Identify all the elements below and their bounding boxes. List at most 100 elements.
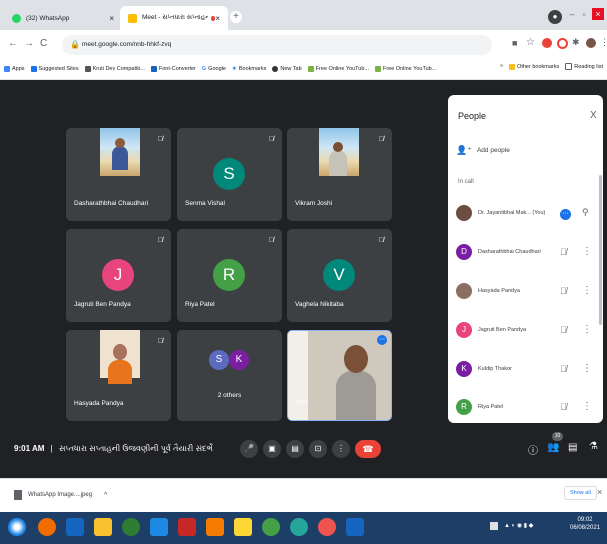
more-options-button[interactable]: ⋮	[332, 440, 350, 458]
close-tab-icon[interactable]: ×	[215, 14, 220, 23]
people-row[interactable]: K Kuldip Thakor 🎙̸ ⋮	[448, 355, 603, 385]
download-options-chevron[interactable]: ^	[104, 492, 107, 499]
panel-scrollbar[interactable]	[599, 175, 602, 325]
close-tab-icon[interactable]: ×	[109, 14, 114, 23]
more-options-icon[interactable]: ⋮	[582, 246, 592, 257]
captions-icon: ▤	[291, 444, 299, 453]
app-icon[interactable]	[66, 518, 84, 536]
chat-icon[interactable]: ▤	[568, 442, 577, 453]
self-video	[336, 371, 376, 420]
start-icon[interactable]	[8, 518, 26, 536]
participant-tile[interactable]: R 🎙̸ Riya Patel	[177, 229, 282, 322]
section-label: In call	[458, 179, 474, 185]
mic-icon: 🎤	[244, 444, 254, 453]
participant-tile[interactable]: 🎙̸ Hasyada Pandya	[66, 330, 171, 421]
profile-icon[interactable]	[586, 38, 596, 48]
pin-icon[interactable]: ⚲	[582, 207, 589, 218]
bookmark-font-converter[interactable]: Font-Converter	[150, 65, 196, 72]
more-options-icon[interactable]: ⋮	[582, 401, 592, 412]
participant-tile[interactable]: S 🎙̸ Senma Vishal	[177, 128, 282, 221]
bookmark-apps[interactable]: Apps	[4, 65, 25, 72]
reload-icon[interactable]: C	[40, 38, 47, 49]
people-row[interactable]: J Jagruti Ben Pandya 🎙̸ ⋮	[448, 316, 603, 346]
bookmark-youtube-2[interactable]: Free Online YouTub...	[375, 65, 436, 72]
more-options-icon[interactable]: ⋮	[582, 285, 592, 296]
bookmark-suggested-sites[interactable]: Suggested Sites	[30, 65, 79, 72]
tab-meet[interactable]: Meet - સપ્તધારા સપ્તાહની ઉ ×	[120, 6, 228, 30]
explorer-icon[interactable]	[94, 518, 112, 536]
close-panel-button[interactable]: X	[590, 110, 597, 121]
download-item[interactable]: WhatsApp Image....jpeg ^	[14, 490, 107, 500]
bookmark-google[interactable]: G Google	[202, 66, 226, 72]
others-tile[interactable]: S K 2 others	[177, 330, 282, 421]
reading-list[interactable]: Reading list	[565, 63, 603, 70]
people-row[interactable]: Hasyada Pandya 🎙̸ ⋮	[448, 277, 603, 307]
more-options-icon[interactable]: ⋮	[582, 363, 592, 374]
firefox-icon[interactable]	[38, 518, 56, 536]
close-window-button[interactable]: ×	[592, 8, 604, 20]
tab-label: Meet - સપ્તધારા સપ્તાહની ઉ	[142, 14, 208, 21]
chrome-icon[interactable]	[262, 518, 280, 536]
powerpoint-icon[interactable]	[178, 518, 196, 536]
meeting-details-icon[interactable]: ⓘ	[528, 442, 538, 457]
mic-off-icon: 🎙̸	[560, 364, 567, 374]
present-button[interactable]: ⊡	[309, 440, 327, 458]
end-call-button[interactable]: ☎	[355, 440, 381, 458]
show-all-button[interactable]: Show all	[564, 486, 597, 500]
bookmarks-right: » Other bookmarks Reading list	[500, 63, 603, 70]
camera-indicator-icon[interactable]: ■	[512, 38, 517, 48]
more-options-icon[interactable]: ⋮	[582, 324, 592, 335]
app-icon[interactable]	[206, 518, 224, 536]
forward-icon[interactable]: →	[24, 38, 34, 49]
participant-tile[interactable]: V 🎙̸ Vaghela Nikitaba	[287, 229, 392, 322]
participant-tile[interactable]: J 🎙̸ Jagruti Ben Pandya	[66, 229, 171, 322]
reading-list-icon	[565, 63, 573, 70]
self-tile[interactable]: ⋯ You	[287, 330, 392, 421]
bookmark-star-icon[interactable]: ☆	[526, 37, 535, 48]
bookmarks-more-button[interactable]: »	[500, 63, 503, 70]
camera-button[interactable]: ▣	[263, 440, 281, 458]
avatar: R	[213, 259, 245, 291]
people-row[interactable]: R Riya Patel 🎙̸ ⋮	[448, 393, 603, 423]
star-icon: ★	[231, 65, 237, 72]
minimize-button[interactable]: –	[566, 8, 578, 20]
chrome-icon[interactable]	[318, 518, 336, 536]
app-icon[interactable]	[122, 518, 140, 536]
present-icon: ⊡	[314, 444, 322, 453]
people-row[interactable]: Dr. Jayantibhai Mak... (You) ⋯ ⚲	[448, 199, 603, 229]
tray-icon[interactable]	[490, 522, 498, 530]
system-clock[interactable]: 09:02 06/08/2021	[570, 516, 600, 532]
people-row[interactable]: D Dasharathbhai Chaudhari 🎙̸ ⋮	[448, 238, 603, 268]
extension-icon[interactable]	[542, 38, 552, 48]
url-text[interactable]: meet.google.com/nnb-hhkf-zvq	[82, 41, 171, 48]
other-bookmarks[interactable]: Other bookmarks	[509, 63, 559, 70]
bookmark-new-tab[interactable]: New Tab	[272, 65, 302, 72]
tab-whatsapp[interactable]: (32) WhatsApp ×	[4, 6, 122, 30]
opera-icon[interactable]	[557, 38, 568, 49]
extensions-puzzle-icon[interactable]: ✱	[572, 37, 580, 48]
bookmark-bookmarks[interactable]: ★ Bookmarks	[232, 66, 266, 72]
word-icon[interactable]	[346, 518, 364, 536]
avatar: D	[456, 244, 472, 260]
notes-icon[interactable]	[234, 518, 252, 536]
captions-button[interactable]: ▤	[286, 440, 304, 458]
mic-button[interactable]: 🎤	[240, 440, 258, 458]
activities-icon[interactable]: ⚗	[589, 441, 598, 452]
back-icon[interactable]: ←	[8, 38, 18, 49]
bookmark-kruti-dev[interactable]: Kruti Dev Compatib...	[84, 65, 145, 72]
menu-icon[interactable]: ⋮	[600, 37, 607, 48]
people-icon[interactable]: 👥	[547, 442, 559, 453]
lock-icon[interactable]: 🔒	[70, 40, 80, 49]
bookmark-youtube-1[interactable]: Free Online YouTub...	[307, 65, 369, 72]
ie-icon[interactable]	[150, 518, 168, 536]
participant-tile[interactable]: 🎙̸ Dasharathbhai Chaudhari	[66, 128, 171, 221]
tray-icons[interactable]: ▲ ◐ ◉ ▮ ◆	[504, 522, 533, 529]
participant-tile[interactable]: 🎙̸ Vikram Joshi	[287, 128, 392, 221]
avatar: K	[456, 361, 472, 377]
profile-avatar[interactable]: ●	[548, 10, 562, 24]
close-downloads-icon[interactable]: ×	[597, 487, 602, 497]
new-tab-button[interactable]: +	[230, 11, 242, 23]
chrome-icon[interactable]	[290, 518, 308, 536]
add-people-button[interactable]: 👤⁺ Add people	[456, 145, 510, 156]
maximize-button[interactable]: ▫	[578, 8, 590, 20]
